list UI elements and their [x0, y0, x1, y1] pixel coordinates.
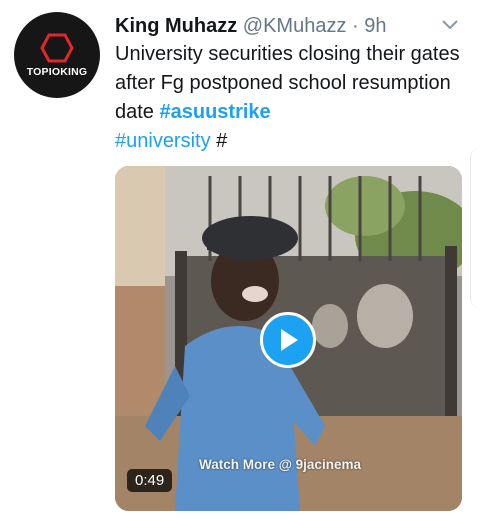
- hashtag-university[interactable]: #university: [115, 130, 211, 152]
- video-player[interactable]: Watch More @ 9jacinema 0:49: [115, 166, 462, 511]
- hashtag-asuustrike[interactable]: #asuustrike: [159, 101, 270, 123]
- tweet-text: University securities closing their gate…: [115, 40, 460, 156]
- play-button[interactable]: [260, 312, 316, 368]
- tweet-trailing-text: #: [210, 130, 228, 152]
- hexagon-logo-icon: [40, 33, 74, 62]
- play-icon: [281, 329, 298, 351]
- video-duration-badge: 0:49: [127, 469, 173, 492]
- avatar[interactable]: TOPIOKING: [14, 12, 100, 98]
- side-panel-edge: [470, 148, 480, 308]
- avatar-logo-text: TOPIOKING: [26, 65, 88, 78]
- author-display-name[interactable]: King Muhazz: [115, 15, 237, 37]
- tweet-timestamp[interactable]: 9h: [364, 15, 386, 37]
- tweet[interactable]: TOPIOKING King Muhazz @KMuhazz · 9h Univ…: [0, 0, 480, 531]
- chevron-down-icon[interactable]: [440, 18, 460, 32]
- author-handle[interactable]: @KMuhazz: [243, 15, 347, 37]
- video-watermark: Watch More @ 9jacinema: [199, 457, 361, 472]
- tweet-header: King Muhazz @KMuhazz · 9h: [115, 14, 387, 38]
- meta-separator: ·: [352, 15, 359, 37]
